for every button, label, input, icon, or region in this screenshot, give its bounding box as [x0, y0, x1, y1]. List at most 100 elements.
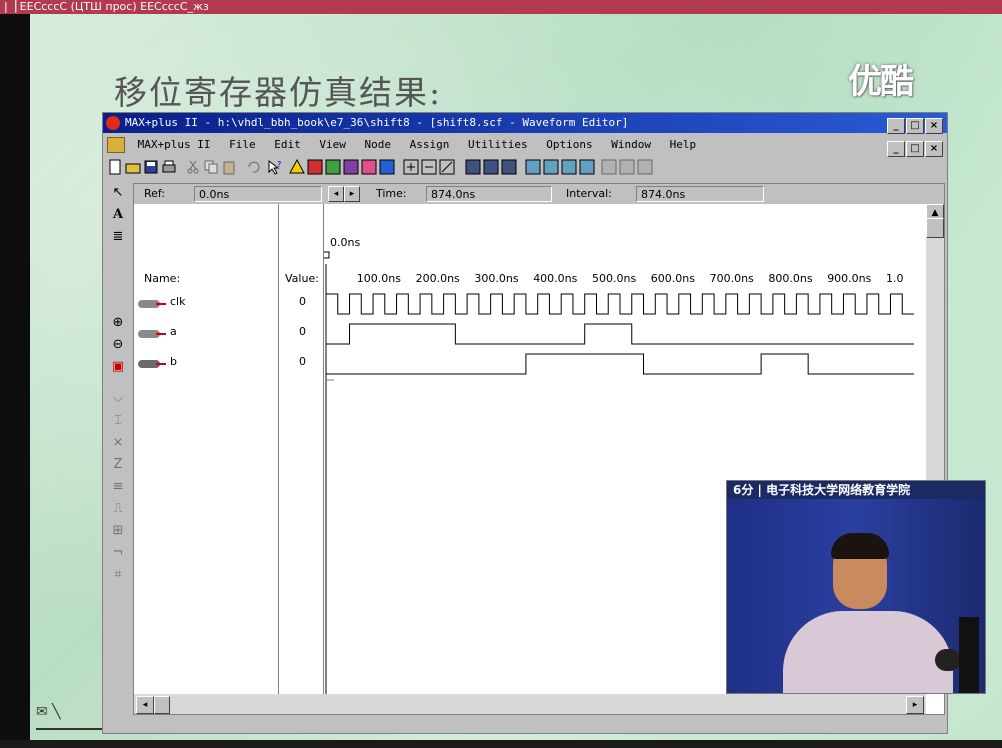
lecturer-hair	[831, 533, 889, 559]
scroll-thumb[interactable]	[926, 218, 944, 238]
zoom-in-icon[interactable]	[403, 159, 419, 175]
waveform-b	[326, 353, 914, 375]
interval-label: Interval:	[566, 187, 612, 200]
document-icon[interactable]	[107, 137, 125, 153]
cut-icon[interactable]	[185, 159, 201, 175]
waveform-tool-6-icon[interactable]	[619, 159, 635, 175]
waveform-toolbox: ↖ A ≣ ⊕ ⊖ ▣ ⌵ ⌶ ⨯ Z ≡ ⎍ ⊞ ¬ ⌗	[107, 183, 131, 713]
fit-icon[interactable]	[439, 159, 455, 175]
overwrite-clock-icon[interactable]: ⎍	[107, 499, 129, 519]
waveform-a	[326, 323, 914, 345]
help-pointer-icon[interactable]: ?	[267, 159, 283, 175]
menu-file[interactable]: File	[229, 135, 256, 155]
waveform-tool-3-icon[interactable]	[561, 159, 577, 175]
menu-edit[interactable]: Edit	[274, 135, 301, 155]
menu-maxplus[interactable]: MAX+plus II	[138, 135, 211, 155]
menu-assign[interactable]: Assign	[410, 135, 450, 155]
invert-icon[interactable]: ¬	[107, 543, 129, 563]
zoom-out-icon[interactable]	[421, 159, 437, 175]
overwrite-icon[interactable]	[501, 159, 517, 175]
window-controls: _ □ ×	[886, 115, 943, 135]
overwrite-z-icon[interactable]: Z	[107, 455, 129, 475]
waveform-tool-2-icon[interactable]	[543, 159, 559, 175]
waveform-edit-icon[interactable]: ≣	[107, 227, 129, 247]
timing-icon[interactable]	[379, 159, 395, 175]
top-strip-text: |▕ EEСсссС (ЦТШ прос) EEСсссС_жз	[4, 0, 209, 13]
fit-window-icon[interactable]: ▣	[107, 357, 129, 377]
doc-maximize-button[interactable]: □	[906, 141, 924, 157]
menu-bar: MAX+plus II File Edit View Node Assign U…	[103, 135, 947, 158]
interval-field[interactable]: 874.0ns	[636, 186, 764, 202]
doc-close-button[interactable]: ×	[925, 141, 943, 157]
simulate-icon[interactable]	[361, 159, 377, 175]
signal-row-b[interactable]: b	[134, 350, 278, 380]
video-background	[727, 499, 985, 693]
horizontal-scrollbar[interactable]: ◂ ▸	[134, 694, 926, 714]
waveform-tool-5-icon[interactable]	[601, 159, 617, 175]
floorplan-icon[interactable]	[325, 159, 341, 175]
group-icon[interactable]	[465, 159, 481, 175]
open-folder-icon[interactable]	[125, 159, 141, 175]
print-icon[interactable]	[161, 159, 177, 175]
select-arrow-icon[interactable]: ↖	[107, 183, 129, 203]
video-caption: 6分 | 电子科技大学网络教育学院	[727, 481, 985, 499]
menu-options[interactable]: Options	[546, 135, 592, 155]
lecturer-video: 6分 | 电子科技大学网络教育学院	[726, 480, 986, 694]
signal-row-a[interactable]: a	[134, 320, 278, 350]
minimize-button[interactable]: _	[887, 118, 905, 134]
overwrite-high-icon[interactable]: ⌶	[107, 411, 129, 431]
scroll-h-thumb[interactable]	[154, 696, 170, 714]
save-icon[interactable]	[143, 159, 159, 175]
menu-view[interactable]: View	[319, 135, 346, 155]
time-field[interactable]: 874.0ns	[426, 186, 552, 202]
paste-icon[interactable]	[221, 159, 237, 175]
zoom-out-tool-icon[interactable]: ⊖	[107, 335, 129, 355]
waveform-tool-4-icon[interactable]	[579, 159, 595, 175]
scroll-right-button[interactable]: ▸	[906, 696, 924, 714]
waveform-tool-1-icon[interactable]	[525, 159, 541, 175]
names-header: Name:	[144, 272, 181, 285]
snap-icon[interactable]: ⌗	[107, 565, 129, 585]
warning-icon[interactable]	[289, 159, 305, 175]
new-file-icon[interactable]	[107, 159, 123, 175]
toolbar: ?	[103, 157, 947, 179]
overwrite-x-icon[interactable]: ⨯	[107, 433, 129, 453]
ungroup-icon[interactable]	[483, 159, 499, 175]
zoom-in-tool-icon[interactable]: ⊕	[107, 313, 129, 333]
input-pin-icon	[138, 300, 166, 308]
text-tool-icon[interactable]: A	[107, 205, 129, 225]
signal-name-a: a	[170, 325, 177, 338]
waveform-tool-7-icon[interactable]	[637, 159, 653, 175]
app-icon	[106, 116, 120, 130]
scroll-left-button[interactable]: ◂	[136, 696, 154, 714]
compile-icon[interactable]	[343, 159, 359, 175]
copy-icon[interactable]	[203, 159, 219, 175]
overwrite-low-icon[interactable]: ⌵	[107, 389, 129, 409]
overwrite-count-icon[interactable]: ≡	[107, 477, 129, 497]
values-column: Value: 0 0 0	[279, 204, 324, 694]
signal-value-a: 0	[299, 325, 306, 338]
maximize-button[interactable]: □	[906, 118, 924, 134]
menu-window[interactable]: Window	[611, 135, 651, 155]
microphone-stand	[959, 617, 979, 693]
signal-name-b: b	[170, 355, 177, 368]
microphone-icon	[935, 649, 961, 671]
document-controls: _ □ ×	[886, 138, 943, 158]
menu-help[interactable]: Help	[670, 135, 697, 155]
signal-row-clk[interactable]: clk	[134, 290, 278, 320]
next-transition-button[interactable]: ▸	[344, 186, 360, 202]
undo-icon[interactable]	[245, 159, 261, 175]
signal-name-clk: clk	[170, 295, 186, 308]
time-cursor-handle	[324, 251, 330, 259]
slide-title: 移位寄存器仿真结果:	[114, 73, 443, 112]
menu-node[interactable]: Node	[364, 135, 391, 155]
ref-field[interactable]: 0.0ns	[194, 186, 322, 202]
node-names-column: Name: clk a b	[134, 204, 279, 694]
doc-minimize-button[interactable]: _	[887, 141, 905, 157]
menu-utilities[interactable]: Utilities	[468, 135, 528, 155]
hierarchy-icon[interactable]	[307, 159, 323, 175]
prev-transition-button[interactable]: ◂	[328, 186, 344, 202]
input-pin-icon	[138, 330, 166, 338]
overwrite-group-icon[interactable]: ⊞	[107, 521, 129, 541]
close-button[interactable]: ×	[925, 118, 943, 134]
